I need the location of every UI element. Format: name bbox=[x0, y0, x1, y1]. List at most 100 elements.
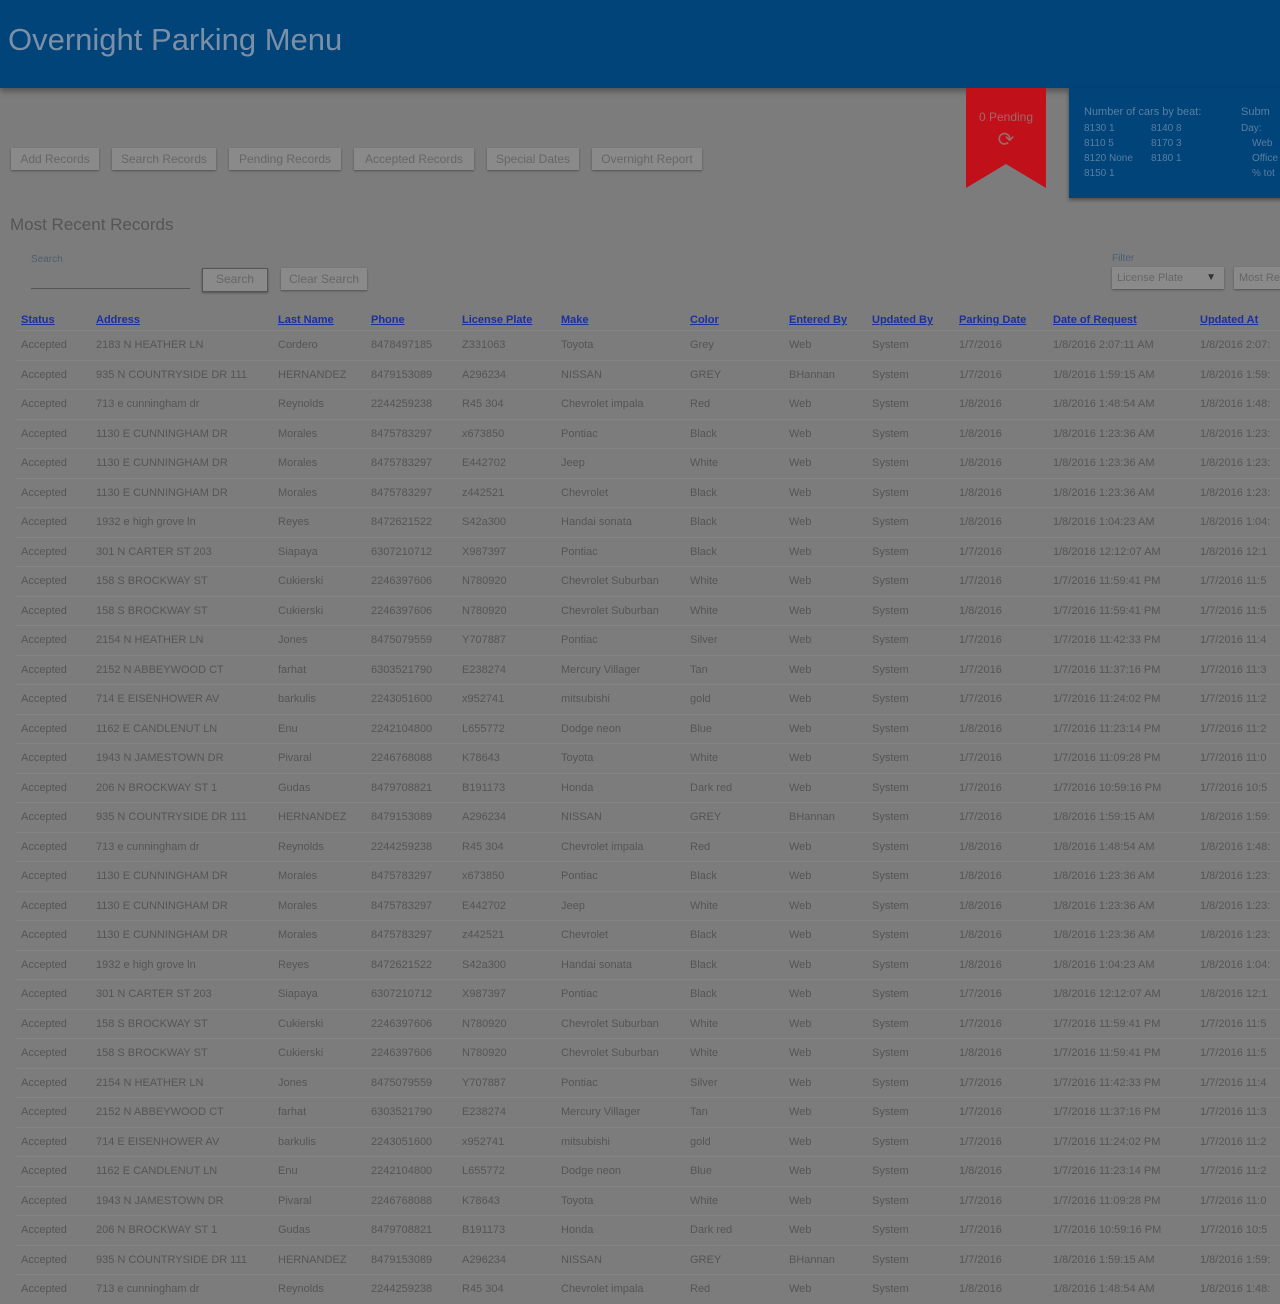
filter-select[interactable]: License Plate ▼ bbox=[1112, 267, 1224, 289]
table-row[interactable]: Accepted 206 N BROCKWAY ST 1 Gudas 84797088… bbox=[15, 772, 1280, 803]
table-row[interactable]: Accepted 2152 N ABBEYWOOD CT farhat 6303521… bbox=[15, 654, 1280, 685]
table-row[interactable]: Accepted 1943 N JAMESTOWN DR Pivaral 224676… bbox=[15, 743, 1280, 773]
table-row[interactable]: Accepted 1162 E CANDLENUT LN Enu 2242104800… bbox=[15, 713, 1280, 744]
table-row[interactable]: Accepted 714 E EISENHOWER AV barkulis 22430… bbox=[15, 1126, 1280, 1157]
column-header-parking-date[interactable]: Parking Date bbox=[953, 310, 1047, 331]
cell-entered-by: Web bbox=[783, 418, 866, 449]
cell-color: White bbox=[684, 743, 783, 773]
cell-phone: 2244259238 bbox=[365, 1274, 456, 1304]
column-header-make[interactable]: Make bbox=[555, 310, 684, 331]
cell-updated-by: System bbox=[866, 566, 953, 596]
clear-search-button[interactable]: Clear Search bbox=[281, 268, 367, 290]
table-row[interactable]: Accepted 713 e cunningham dr Reynolds 22442… bbox=[15, 389, 1280, 419]
cell-entered-by: Web bbox=[783, 389, 866, 419]
table-row[interactable]: Accepted 1932 e high grove ln Reyes 8472621… bbox=[15, 507, 1280, 537]
cell-date-of-request: 1/8/2016 1:48:54 AM bbox=[1047, 389, 1194, 419]
column-header-phone[interactable]: Phone bbox=[365, 310, 456, 331]
column-header-entered-by[interactable]: Entered By bbox=[783, 310, 866, 331]
submitted-title: Subm bbox=[1241, 106, 1270, 118]
table-row[interactable]: Accepted 1130 E CUNNINGHAM DR Morales 84757… bbox=[15, 418, 1280, 449]
cell-status: Accepted bbox=[15, 595, 90, 626]
table-row[interactable]: Accepted 301 N CARTER ST 203 Siapaya 630721… bbox=[15, 536, 1280, 567]
nav-add-records-button[interactable]: Add Records bbox=[11, 148, 99, 170]
cell-color: Grey bbox=[684, 330, 783, 360]
cell-entered-by: Web bbox=[783, 1097, 866, 1127]
column-header-updated-by[interactable]: Updated By bbox=[866, 310, 953, 331]
cell-phone: 8475783297 bbox=[365, 920, 456, 950]
cell-updated-at: 1/7/2016 11:4 bbox=[1194, 625, 1280, 655]
nav-overnight-report-button[interactable]: Overnight Report bbox=[592, 148, 702, 170]
cell-address: 158 S BROCKWAY ST bbox=[90, 595, 272, 626]
search-input[interactable] bbox=[31, 266, 190, 289]
table-row[interactable]: Accepted 713 e cunningham dr Reynolds 22442… bbox=[15, 831, 1280, 862]
cell-status: Accepted bbox=[15, 1067, 90, 1098]
nav-pending-records-button[interactable]: Pending Records bbox=[229, 148, 341, 170]
table-row[interactable]: Accepted 301 N CARTER ST 203 Siapaya 630721… bbox=[15, 979, 1280, 1009]
table-row[interactable]: Accepted 1130 E CUNNINGHAM DR Morales 84757… bbox=[15, 861, 1280, 891]
cell-phone: 8478497185 bbox=[365, 330, 456, 360]
cell-updated-at: 1/7/2016 10:5 bbox=[1194, 1215, 1280, 1245]
table-row[interactable]: Accepted 2154 N HEATHER LN Jones 8475079559… bbox=[15, 1067, 1280, 1098]
cell-date-of-request: 1/7/2016 11:59:41 PM bbox=[1047, 566, 1194, 596]
table-row[interactable]: Accepted 1943 N JAMESTOWN DR Pivaral 224676… bbox=[15, 1185, 1280, 1216]
cell-entered-by: Web bbox=[783, 920, 866, 950]
nav-accepted-records-button[interactable]: Accepted Records bbox=[354, 148, 474, 170]
cell-updated-by: System bbox=[866, 1215, 953, 1245]
table-row[interactable]: Accepted 1130 E CUNNINGHAM DR Morales 84757… bbox=[15, 890, 1280, 921]
column-header-status[interactable]: Status bbox=[15, 310, 90, 331]
column-header-color[interactable]: Color bbox=[684, 310, 783, 331]
cell-address: 714 E EISENHOWER AV bbox=[90, 684, 272, 714]
cell-phone: 2242104800 bbox=[365, 713, 456, 744]
nav-special-dates-button[interactable]: Special Dates bbox=[487, 148, 579, 170]
table-row[interactable]: Accepted 935 N COUNTRYSIDE DR 111 HERNANDE… bbox=[15, 1244, 1280, 1275]
cell-updated-by: System bbox=[866, 979, 953, 1009]
cell-address: 935 N COUNTRYSIDE DR 111 bbox=[90, 1244, 272, 1275]
table-row[interactable]: Accepted 1130 E CUNNINGHAM DR Morales 84757… bbox=[15, 448, 1280, 478]
table-row[interactable]: Accepted 935 N COUNTRYSIDE DR 111 HERNANDE… bbox=[15, 802, 1280, 832]
table-row[interactable]: Accepted 158 S BROCKWAY ST Cukierski 224639… bbox=[15, 566, 1280, 596]
nav-search-records-button[interactable]: Search Records bbox=[112, 148, 216, 170]
table-row[interactable]: Accepted 158 S BROCKWAY ST Cukierski 224639… bbox=[15, 1038, 1280, 1068]
cell-status: Accepted bbox=[15, 389, 90, 419]
cell-date-of-request: 1/7/2016 11:09:28 PM bbox=[1047, 1185, 1194, 1216]
beat-stat: 8170 3 bbox=[1151, 138, 1182, 149]
table-row[interactable]: Accepted 935 N COUNTRYSIDE DR 111 HERNANDE… bbox=[15, 359, 1280, 390]
table-row[interactable]: Accepted 2152 N ABBEYWOOD CT farhat 6303521… bbox=[15, 1097, 1280, 1127]
cell-updated-at: 1/7/2016 11:2 bbox=[1194, 713, 1280, 744]
table-row[interactable]: Accepted 713 e cunningham dr Reynolds 22442… bbox=[15, 1274, 1280, 1304]
refresh-icon[interactable]: ⟳ bbox=[994, 128, 1018, 152]
column-header-updated-at[interactable]: Updated At bbox=[1194, 310, 1280, 331]
table-row[interactable]: Accepted 1130 E CUNNINGHAM DR Morales 84757… bbox=[15, 477, 1280, 508]
cell-parking-date: 1/7/2016 bbox=[953, 684, 1047, 714]
cell-parking-date: 1/8/2016 bbox=[953, 1274, 1047, 1304]
table-row[interactable]: Accepted 1162 E CANDLENUT LN Enu 2242104800… bbox=[15, 1156, 1280, 1186]
column-header-license-plate[interactable]: License Plate bbox=[456, 310, 555, 331]
table-row[interactable]: Accepted 1932 e high grove ln Reyes 8472621… bbox=[15, 949, 1280, 980]
cell-address: 935 N COUNTRYSIDE DR 111 bbox=[90, 802, 272, 832]
column-header-address[interactable]: Address bbox=[90, 310, 272, 331]
cell-updated-at: 1/8/2016 1:59: bbox=[1194, 1244, 1280, 1275]
cell-color: Silver bbox=[684, 625, 783, 655]
table-row[interactable]: Accepted 2183 N HEATHER LN Cordero 84784971… bbox=[15, 330, 1280, 360]
column-header-date-of-request[interactable]: Date of Request bbox=[1047, 310, 1194, 331]
cell-updated-at: 1/7/2016 11:3 bbox=[1194, 654, 1280, 685]
table-row[interactable]: Accepted 2154 N HEATHER LN Jones 8475079559… bbox=[15, 625, 1280, 655]
table-row[interactable]: Accepted 206 N BROCKWAY ST 1 Gudas 84797088… bbox=[15, 1215, 1280, 1245]
cell-make: Toyota bbox=[555, 743, 684, 773]
column-header-last-name[interactable]: Last Name bbox=[272, 310, 365, 331]
cell-parking-date: 1/7/2016 bbox=[953, 1008, 1047, 1039]
table-row[interactable]: Accepted 158 S BROCKWAY ST Cukierski 224639… bbox=[15, 1008, 1280, 1039]
cell-color: White bbox=[684, 566, 783, 596]
cell-color: Blue bbox=[684, 1156, 783, 1186]
cell-address: 1162 E CANDLENUT LN bbox=[90, 713, 272, 744]
cell-updated-by: System bbox=[866, 418, 953, 449]
table-row[interactable]: Accepted 1130 E CUNNINGHAM DR Morales 84757… bbox=[15, 920, 1280, 950]
beat-stat: 8110 5 bbox=[1084, 138, 1114, 149]
table-row[interactable]: Accepted 158 S BROCKWAY ST Cukierski 224639… bbox=[15, 595, 1280, 626]
search-button[interactable]: Search bbox=[202, 268, 268, 292]
pending-ribbon[interactable]: 0 Pending ⟳ bbox=[966, 88, 1046, 188]
cell-updated-by: System bbox=[866, 625, 953, 655]
cell-date-of-request: 1/7/2016 11:24:02 PM bbox=[1047, 684, 1194, 714]
table-row[interactable]: Accepted 714 E EISENHOWER AV barkulis 22430… bbox=[15, 684, 1280, 714]
sort-select[interactable]: Most Re bbox=[1234, 267, 1280, 289]
